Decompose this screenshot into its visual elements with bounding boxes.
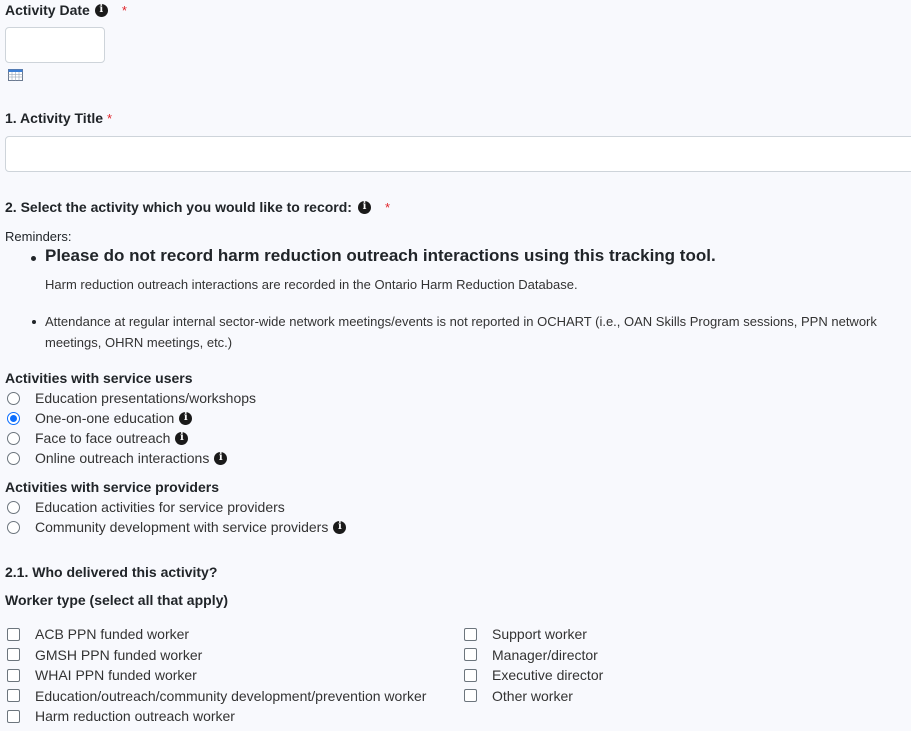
- checkbox-label[interactable]: WHAI PPN funded worker: [35, 667, 197, 683]
- checkbox-label[interactable]: Executive director: [492, 667, 603, 683]
- bullet: [32, 320, 36, 324]
- checkbox-label[interactable]: Harm reduction outreach worker: [35, 708, 235, 724]
- reminders-heading: Reminders:: [5, 229, 72, 244]
- radio-label[interactable]: Online outreach interactions: [35, 450, 209, 466]
- checkbox-option[interactable]: Executive director: [464, 665, 603, 686]
- reminder-subtext: Harm reduction outreach interactions are…: [45, 277, 578, 292]
- info-circle-icon[interactable]: i: [214, 451, 228, 465]
- activity-title-label: 1. Activity Title *: [5, 110, 112, 126]
- radio-button[interactable]: [7, 500, 20, 514]
- worker-type-label: Worker type (select all that apply): [5, 592, 229, 608]
- who-delivered-label: 2.1. Who delivered this activity?: [5, 564, 218, 580]
- required-marker: *: [107, 110, 113, 126]
- checkbox[interactable]: [464, 648, 477, 662]
- checkbox[interactable]: [7, 648, 20, 662]
- radio-button[interactable]: [7, 391, 20, 405]
- service-providers-radio-group: Education activities for service provide…: [7, 497, 347, 537]
- reminder-item: Attendance at regular internal sector-wi…: [45, 314, 877, 350]
- checkbox-label[interactable]: GMSH PPN funded worker: [35, 647, 202, 663]
- checkbox-option[interactable]: WHAI PPN funded worker: [7, 665, 426, 686]
- checkbox-option[interactable]: Support worker: [464, 624, 603, 645]
- worker-type-right-column: Support worker Manager/director Executiv…: [464, 624, 603, 706]
- required-marker: *: [384, 199, 391, 215]
- bullet: [31, 256, 36, 261]
- service-users-group-title: Activities with service users: [5, 370, 193, 386]
- checkbox[interactable]: [7, 627, 20, 641]
- checkbox-option[interactable]: Education/outreach/community development…: [7, 686, 426, 707]
- checkbox-label[interactable]: Support worker: [492, 626, 587, 642]
- reminder-item: Please do not record harm reduction outr…: [45, 246, 716, 265]
- checkbox[interactable]: [7, 689, 20, 703]
- checkbox-option[interactable]: Other worker: [464, 686, 603, 707]
- checkbox[interactable]: [464, 668, 477, 682]
- checkbox-label[interactable]: Education/outreach/community development…: [35, 688, 426, 704]
- activity-date-label: Activity Date i *: [5, 2, 127, 18]
- service-providers-group-title: Activities with service providers: [5, 479, 219, 495]
- activity-date-input[interactable]: [5, 27, 105, 63]
- radio-option[interactable]: Education presentations/workshops: [7, 388, 256, 408]
- info-circle-icon[interactable]: i: [94, 3, 108, 17]
- radio-label[interactable]: Community development with service provi…: [35, 519, 328, 535]
- radio-label[interactable]: Education presentations/workshops: [35, 390, 256, 406]
- calendar-icon[interactable]: [8, 69, 23, 81]
- radio-option[interactable]: Community development with service provi…: [7, 517, 347, 537]
- radio-option[interactable]: One-on-one education i: [7, 408, 256, 428]
- checkbox-option[interactable]: ACB PPN funded worker: [7, 624, 426, 645]
- service-users-radio-group: Education presentations/workshops One-on…: [7, 388, 256, 468]
- checkbox-label[interactable]: ACB PPN funded worker: [35, 626, 189, 642]
- radio-label[interactable]: One-on-one education: [35, 410, 174, 426]
- activity-title-label-text: 1. Activity Title: [5, 110, 104, 126]
- worker-type-left-column: ACB PPN funded worker GMSH PPN funded wo…: [7, 624, 426, 727]
- checkbox[interactable]: [7, 668, 20, 682]
- checkbox[interactable]: [464, 689, 477, 703]
- radio-button[interactable]: [7, 431, 20, 445]
- radio-option[interactable]: Face to face outreach i: [7, 428, 256, 448]
- select-activity-label: 2. Select the activity which you would l…: [5, 199, 390, 215]
- activity-date-label-text: Activity Date: [5, 2, 90, 18]
- checkbox-option[interactable]: GMSH PPN funded worker: [7, 645, 426, 666]
- radio-button[interactable]: [7, 520, 20, 534]
- radio-label[interactable]: Education activities for service provide…: [35, 499, 285, 515]
- radio-button-selected[interactable]: [7, 411, 20, 425]
- checkbox-option[interactable]: Harm reduction outreach worker: [7, 706, 426, 727]
- required-marker: *: [121, 2, 127, 18]
- checkbox-label[interactable]: Manager/director: [492, 647, 598, 663]
- info-circle-icon[interactable]: i: [357, 200, 371, 214]
- radio-button[interactable]: [7, 451, 20, 465]
- radio-option[interactable]: Online outreach interactions i: [7, 448, 256, 468]
- radio-label[interactable]: Face to face outreach: [35, 430, 170, 446]
- radio-option[interactable]: Education activities for service provide…: [7, 497, 346, 517]
- checkbox-option[interactable]: Manager/director: [464, 645, 603, 666]
- info-circle-icon[interactable]: i: [179, 411, 193, 425]
- info-circle-icon[interactable]: i: [175, 431, 189, 445]
- info-circle-icon[interactable]: i: [333, 520, 347, 534]
- activity-title-input[interactable]: [5, 136, 911, 172]
- select-activity-label-text: 2. Select the activity which you would l…: [5, 199, 352, 215]
- checkbox[interactable]: [464, 627, 477, 641]
- checkbox-label[interactable]: Other worker: [492, 688, 573, 704]
- checkbox[interactable]: [7, 709, 20, 723]
